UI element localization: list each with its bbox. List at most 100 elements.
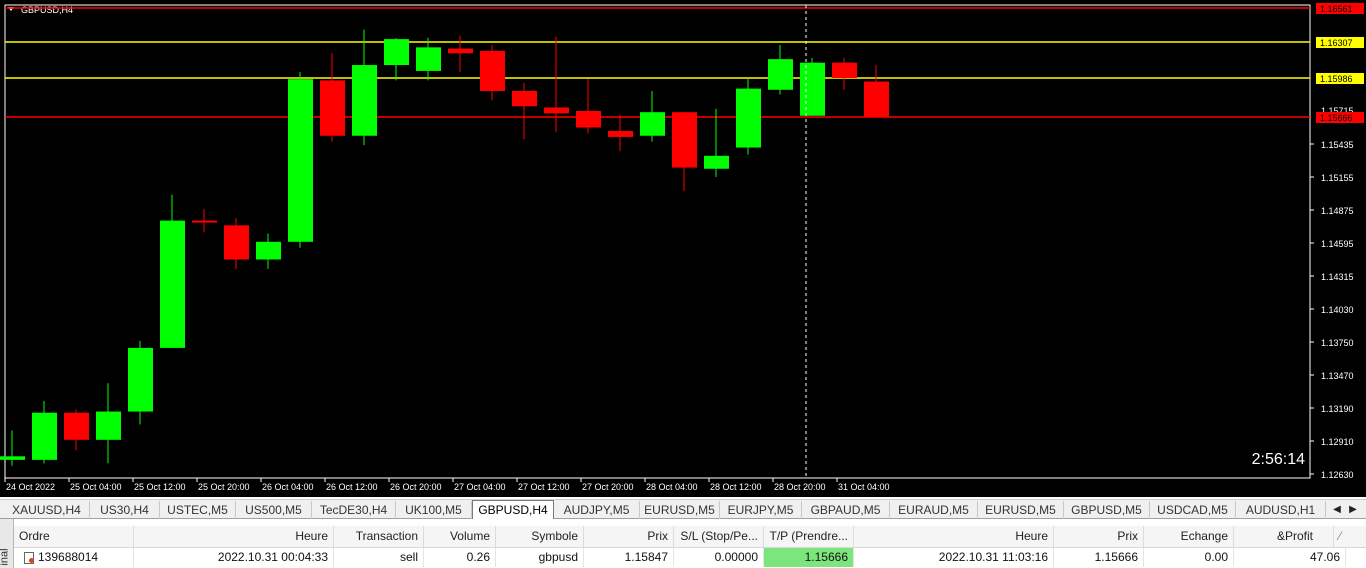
candle-body <box>768 59 793 90</box>
time-axis-label: 31 Oct 04:00 <box>838 482 890 492</box>
price-axis-label: 1.14030 <box>1321 305 1354 315</box>
time-axis-label: 28 Oct 12:00 <box>710 482 762 492</box>
terminal-side-tab[interactable]: inal <box>0 519 14 568</box>
tab-audjpy-m5[interactable]: AUDJPY,M5 <box>554 501 640 519</box>
price-chart[interactable]: GBPUSD,H4 1.15435 1.15155 1.14875 1.14595 1.1… <box>0 0 1366 497</box>
tab-us30-h4[interactable]: US30,H4 <box>90 501 160 519</box>
tab-eurusd-m5[interactable]: EURUSD,M5 <box>640 501 720 519</box>
price-axis-label: 1.12910 <box>1321 437 1354 447</box>
price-axis-label: 1.14315 <box>1321 272 1354 282</box>
candle-body <box>544 107 569 114</box>
candle-body <box>256 241 281 260</box>
col-order[interactable]: Ordre <box>14 526 134 547</box>
type-cell: sell <box>334 548 424 567</box>
swap-cell: 0.00 <box>1144 548 1234 567</box>
candle-body <box>480 50 505 91</box>
candle-body <box>352 65 377 136</box>
candle-countdown: 2:56:14 <box>1252 451 1305 468</box>
candle-body <box>160 220 185 348</box>
tab-gbpusd-m5[interactable]: GBPUSD,M5 <box>1064 501 1150 519</box>
candle-body <box>864 81 889 117</box>
price-level-label: 1.16561 <box>1320 4 1353 14</box>
tab-gbpaud-m5[interactable]: GBPAUD,M5 <box>802 501 890 519</box>
time-axis-label: 26 Oct 12:00 <box>326 482 378 492</box>
col-profit[interactable]: &Profit <box>1234 526 1334 547</box>
close-time-cell: 2022.10.31 11:03:16 <box>854 548 1054 567</box>
col-take-profit[interactable]: T/P (Prendre... <box>764 526 854 547</box>
candle-body <box>640 112 665 136</box>
order-number-text: 139688014 <box>38 550 99 564</box>
price-level-label: 1.15666 <box>1320 113 1353 123</box>
tab-us500-m5[interactable]: US500,M5 <box>236 501 312 519</box>
price-cell: 1.15666 <box>1054 548 1144 567</box>
candle-body <box>672 112 697 168</box>
candle-body <box>736 88 761 148</box>
col-price[interactable]: Prix <box>1054 526 1144 547</box>
candle-body <box>512 90 537 107</box>
col-stop-loss[interactable]: S/L (Stop/Pe... <box>674 526 764 547</box>
time-axis-label: 26 Oct 04:00 <box>262 482 314 492</box>
terminal-side-label: inal <box>0 548 11 566</box>
time-axis-label: 27 Oct 20:00 <box>582 482 634 492</box>
candle-body <box>320 80 345 136</box>
tab-audusd-h1[interactable]: AUDUSD,H1 <box>1236 501 1326 519</box>
chart-frame <box>4 4 1311 479</box>
tab-ustec-m5[interactable]: USTEC,M5 <box>160 501 236 519</box>
time-axis-label: 28 Oct 20:00 <box>774 482 826 492</box>
candle-body <box>288 79 313 242</box>
volume-cell: 0.26 <box>424 548 496 567</box>
tab-uk100-m5[interactable]: UK100,M5 <box>396 501 472 519</box>
tab-usdcad-m5[interactable]: USDCAD,M5 <box>1150 501 1236 519</box>
time-axis-label: 27 Oct 12:00 <box>518 482 570 492</box>
candle-body <box>832 62 857 78</box>
terminal-panel: inal Ordre Heure Transaction Volume Symb… <box>0 519 1366 568</box>
candle-body <box>128 347 153 412</box>
tab-scroll-left-icon[interactable]: ◀ <box>1330 502 1344 517</box>
candle-body <box>704 155 729 169</box>
price-axis-label: 1.15435 <box>1321 140 1354 150</box>
col-close-time[interactable]: Heure <box>854 526 1054 547</box>
candle-body <box>64 412 89 440</box>
col-volume[interactable]: Volume <box>424 526 496 547</box>
symbol-cell: gbpusd <box>496 548 584 567</box>
orders-table-header: Ordre Heure Transaction Volume Symbole P… <box>14 526 1366 548</box>
price-axis-label: 1.13470 <box>1321 371 1354 381</box>
chart-tab-bar: XAUUSD,H4 US30,H4 USTEC,M5 US500,M5 TecD… <box>0 499 1366 520</box>
stop-loss-cell: 0.00000 <box>674 548 764 567</box>
time-axis-label: 26 Oct 20:00 <box>390 482 442 492</box>
candle-body <box>0 456 25 460</box>
tab-eurusd-m5-2[interactable]: EURUSD,M5 <box>978 501 1064 519</box>
candle-body <box>800 62 825 116</box>
time-axis-label: 27 Oct 04:00 <box>454 482 506 492</box>
time-axis-label: 25 Oct 04:00 <box>70 482 122 492</box>
tab-scroll-right-icon[interactable]: ▶ <box>1346 502 1360 517</box>
col-symbol[interactable]: Symbole <box>496 526 584 547</box>
candle-body <box>224 225 249 260</box>
time-axis-label: 25 Oct 12:00 <box>134 482 186 492</box>
candle-body <box>96 411 121 440</box>
col-open-price[interactable]: Prix <box>584 526 674 547</box>
order-number: 139688014 <box>14 548 134 567</box>
table-row[interactable]: 139688014 2022.10.31 00:04:33 sell 0.26 … <box>14 548 1366 567</box>
price-axis-label: 1.13190 <box>1321 404 1354 414</box>
tab-tecde30-h4[interactable]: TecDE30,H4 <box>312 501 396 519</box>
price-level-label: 1.16307 <box>1320 38 1353 48</box>
col-swap[interactable]: Echange <box>1144 526 1234 547</box>
candle-body <box>608 131 633 137</box>
col-profit-sort-icon[interactable]: ⁄ <box>1334 526 1366 547</box>
price-axis-label: 1.12630 <box>1321 470 1354 480</box>
order-ticket-icon <box>24 552 34 564</box>
col-open-time[interactable]: Heure <box>134 526 334 547</box>
time-axis-label: 25 Oct 20:00 <box>198 482 250 492</box>
col-type[interactable]: Transaction <box>334 526 424 547</box>
tab-xauusd-h4[interactable]: XAUUSD,H4 <box>4 501 90 519</box>
tab-gbpusd-h4[interactable]: GBPUSD,H4 <box>472 500 554 520</box>
open-price-cell: 1.15847 <box>584 548 674 567</box>
chart-area[interactable]: GBPUSD,H4 1.15435 1.15155 1.14875 1.14595 1.1… <box>0 0 1366 497</box>
tab-eurjpy-m5[interactable]: EURJPY,M5 <box>720 501 802 519</box>
price-axis-label: 1.14875 <box>1321 206 1354 216</box>
price-axis-label: 1.15155 <box>1321 173 1354 183</box>
tab-euraud-m5[interactable]: EURAUD,M5 <box>890 501 978 519</box>
time-axis-label: 28 Oct 04:00 <box>646 482 698 492</box>
price-level-label: 1.15986 <box>1320 74 1353 84</box>
